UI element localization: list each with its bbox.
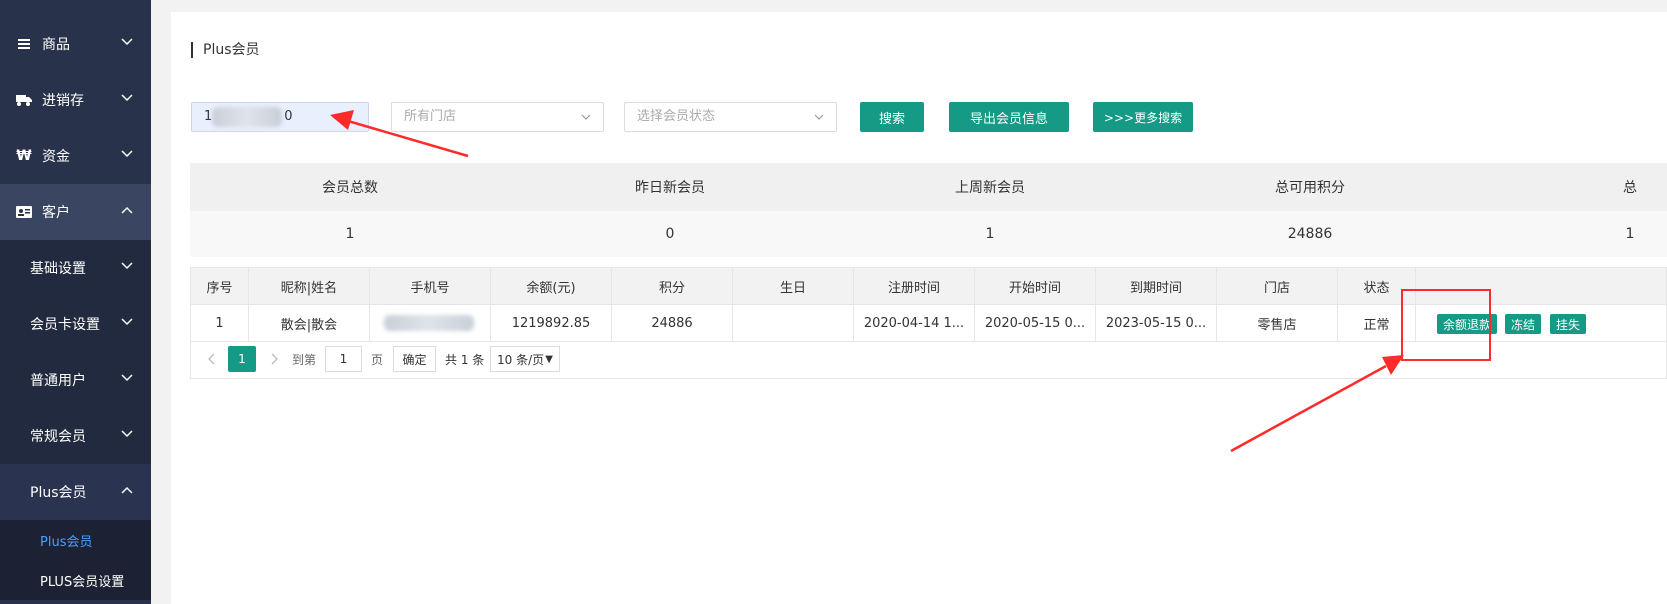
chevron-down-icon [121, 38, 133, 46]
cell-index: 1 [191, 305, 249, 341]
nav-item-card-settings[interactable]: 会员卡设置 [0, 296, 151, 352]
freeze-button[interactable]: 冻结 [1505, 314, 1542, 334]
cell-start: 2020-05-15 0... [975, 305, 1096, 341]
nav-item-label: 普通用户 [30, 373, 86, 389]
annotation-highlight-box [1401, 289, 1491, 361]
nav-item-basic-settings[interactable]: 基础设置 [0, 240, 151, 296]
sidebar: 商品 进销存 ₩ 资金 客户 基础设置 会员卡设置 普通用户 常规会员 Plus… [0, 0, 151, 604]
nav-item-label: Plus会员 [30, 485, 87, 501]
stat-header-last-week: 上周新会员 [955, 180, 1025, 196]
search-prefix: 1 [204, 109, 213, 124]
page-title: Plus会员 [191, 42, 260, 58]
col-store: 门店 [1217, 268, 1338, 304]
member-search-input[interactable]: 10 [191, 102, 369, 132]
nav-leaf-plus-member[interactable]: Plus会员 [0, 520, 151, 560]
cell-birthday [733, 305, 854, 341]
export-member-button[interactable]: 导出会员信息 [949, 102, 1069, 132]
chevron-down-icon [814, 114, 824, 120]
stat-value-yesterday: 0 [665, 226, 675, 242]
stat-header-total: 会员总数 [322, 180, 378, 196]
chevron-down-icon [121, 318, 133, 326]
store-select-placeholder: 所有门店 [404, 109, 457, 124]
page-size-select[interactable]: 10 条/页 ▼ [490, 346, 560, 372]
nav-item-label: PLUS会员设置 [40, 574, 125, 590]
search-button[interactable]: 搜索 [860, 102, 924, 132]
col-points: 积分 [612, 268, 733, 304]
nav-item-funds[interactable]: ₩ 资金 [0, 128, 151, 184]
nav-item-label: 客户 [42, 205, 70, 221]
page-size-value: 10 条/页 [497, 352, 545, 367]
chevron-up-icon [121, 486, 133, 494]
chevron-down-icon [121, 262, 133, 270]
cell-points: 24886 [612, 305, 733, 341]
truck-icon [16, 92, 32, 108]
won-icon: ₩ [16, 148, 32, 164]
stats-header: 会员总数 昨日新会员 上周新会员 总可用积分 总 [190, 163, 1667, 211]
nav-item-inventory[interactable]: 进销存 [0, 72, 151, 128]
cell-store: 零售店 [1217, 305, 1338, 341]
col-registered: 注册时间 [854, 268, 975, 304]
status-select-placeholder: 选择会员状态 [637, 109, 716, 124]
store-select[interactable]: 所有门店 [391, 102, 604, 132]
nav-item-customers[interactable]: 客户 [0, 184, 151, 240]
nav-item-plus-members[interactable]: Plus会员 [0, 464, 151, 520]
cell-end: 2023-05-15 0... [1096, 305, 1217, 341]
col-end: 到期时间 [1096, 268, 1217, 304]
stat-value-extra: 1 [1625, 226, 1635, 242]
nav-item-label: 进销存 [42, 93, 84, 109]
member-status-select[interactable]: 选择会员状态 [624, 102, 837, 132]
page-number-current[interactable]: 1 [228, 346, 256, 372]
goto-page-input[interactable]: 1 [325, 346, 362, 372]
cell-registered: 2020-04-14 1... [854, 305, 975, 341]
redacted-mask [212, 106, 283, 127]
next-page-icon[interactable] [269, 346, 281, 372]
stat-value-total: 1 [345, 226, 355, 242]
stat-header-points: 总可用积分 [1275, 180, 1345, 196]
cell-balance: 1219892.85 [491, 305, 612, 341]
stats-values: 1 0 1 24886 1 [190, 211, 1667, 257]
col-index: 序号 [191, 268, 249, 304]
nav-item-label: 商品 [42, 37, 70, 53]
col-balance: 余额(元) [491, 268, 612, 304]
chevron-down-icon [121, 374, 133, 382]
col-start: 开始时间 [975, 268, 1096, 304]
stat-value-points: 24886 [1287, 226, 1333, 242]
nav-item-label: 常规会员 [30, 429, 86, 445]
chevron-down-icon [121, 94, 133, 102]
nav-leaf-plus-settings[interactable]: PLUS会员设置 [0, 560, 151, 600]
col-birthday: 生日 [733, 268, 854, 304]
nav-item-normal-users[interactable]: 普通用户 [0, 352, 151, 408]
report-loss-button[interactable]: 挂失 [1550, 314, 1587, 334]
total-count: 共 1 条 [445, 352, 485, 367]
chevron-down-icon [121, 430, 133, 438]
nav-item-label: 资金 [42, 149, 70, 165]
caret-down-icon: ▼ [545, 353, 553, 365]
prev-page-icon[interactable] [205, 346, 217, 372]
search-suffix: 0 [284, 109, 293, 124]
nav-item-regular-members[interactable]: 常规会员 [0, 408, 151, 464]
page-unit-label: 页 [371, 352, 384, 367]
cell-phone [370, 305, 491, 341]
more-search-button[interactable]: >>>更多搜索 [1093, 102, 1193, 132]
stat-value-last-week: 1 [985, 226, 995, 242]
redacted-mask [384, 315, 474, 331]
goto-label: 到第 [292, 352, 317, 367]
id-card-icon [16, 204, 32, 220]
col-phone: 手机号 [370, 268, 491, 304]
chevron-down-icon [121, 150, 133, 158]
stat-header-yesterday: 昨日新会员 [635, 180, 705, 196]
chevron-down-icon [581, 114, 591, 120]
cell-name: 散会|散会 [249, 305, 370, 341]
nav-item-label: 基础设置 [30, 261, 86, 277]
goto-confirm-button[interactable]: 确定 [393, 346, 436, 372]
stat-header-extra: 总 [1623, 180, 1637, 196]
nav-item-products[interactable]: 商品 [0, 16, 151, 72]
nav-item-label: Plus会员 [40, 534, 93, 550]
col-name: 昵称|姓名 [249, 268, 370, 304]
list-icon [16, 36, 32, 52]
nav-item-label: 会员卡设置 [30, 317, 100, 333]
chevron-up-icon [121, 206, 133, 214]
